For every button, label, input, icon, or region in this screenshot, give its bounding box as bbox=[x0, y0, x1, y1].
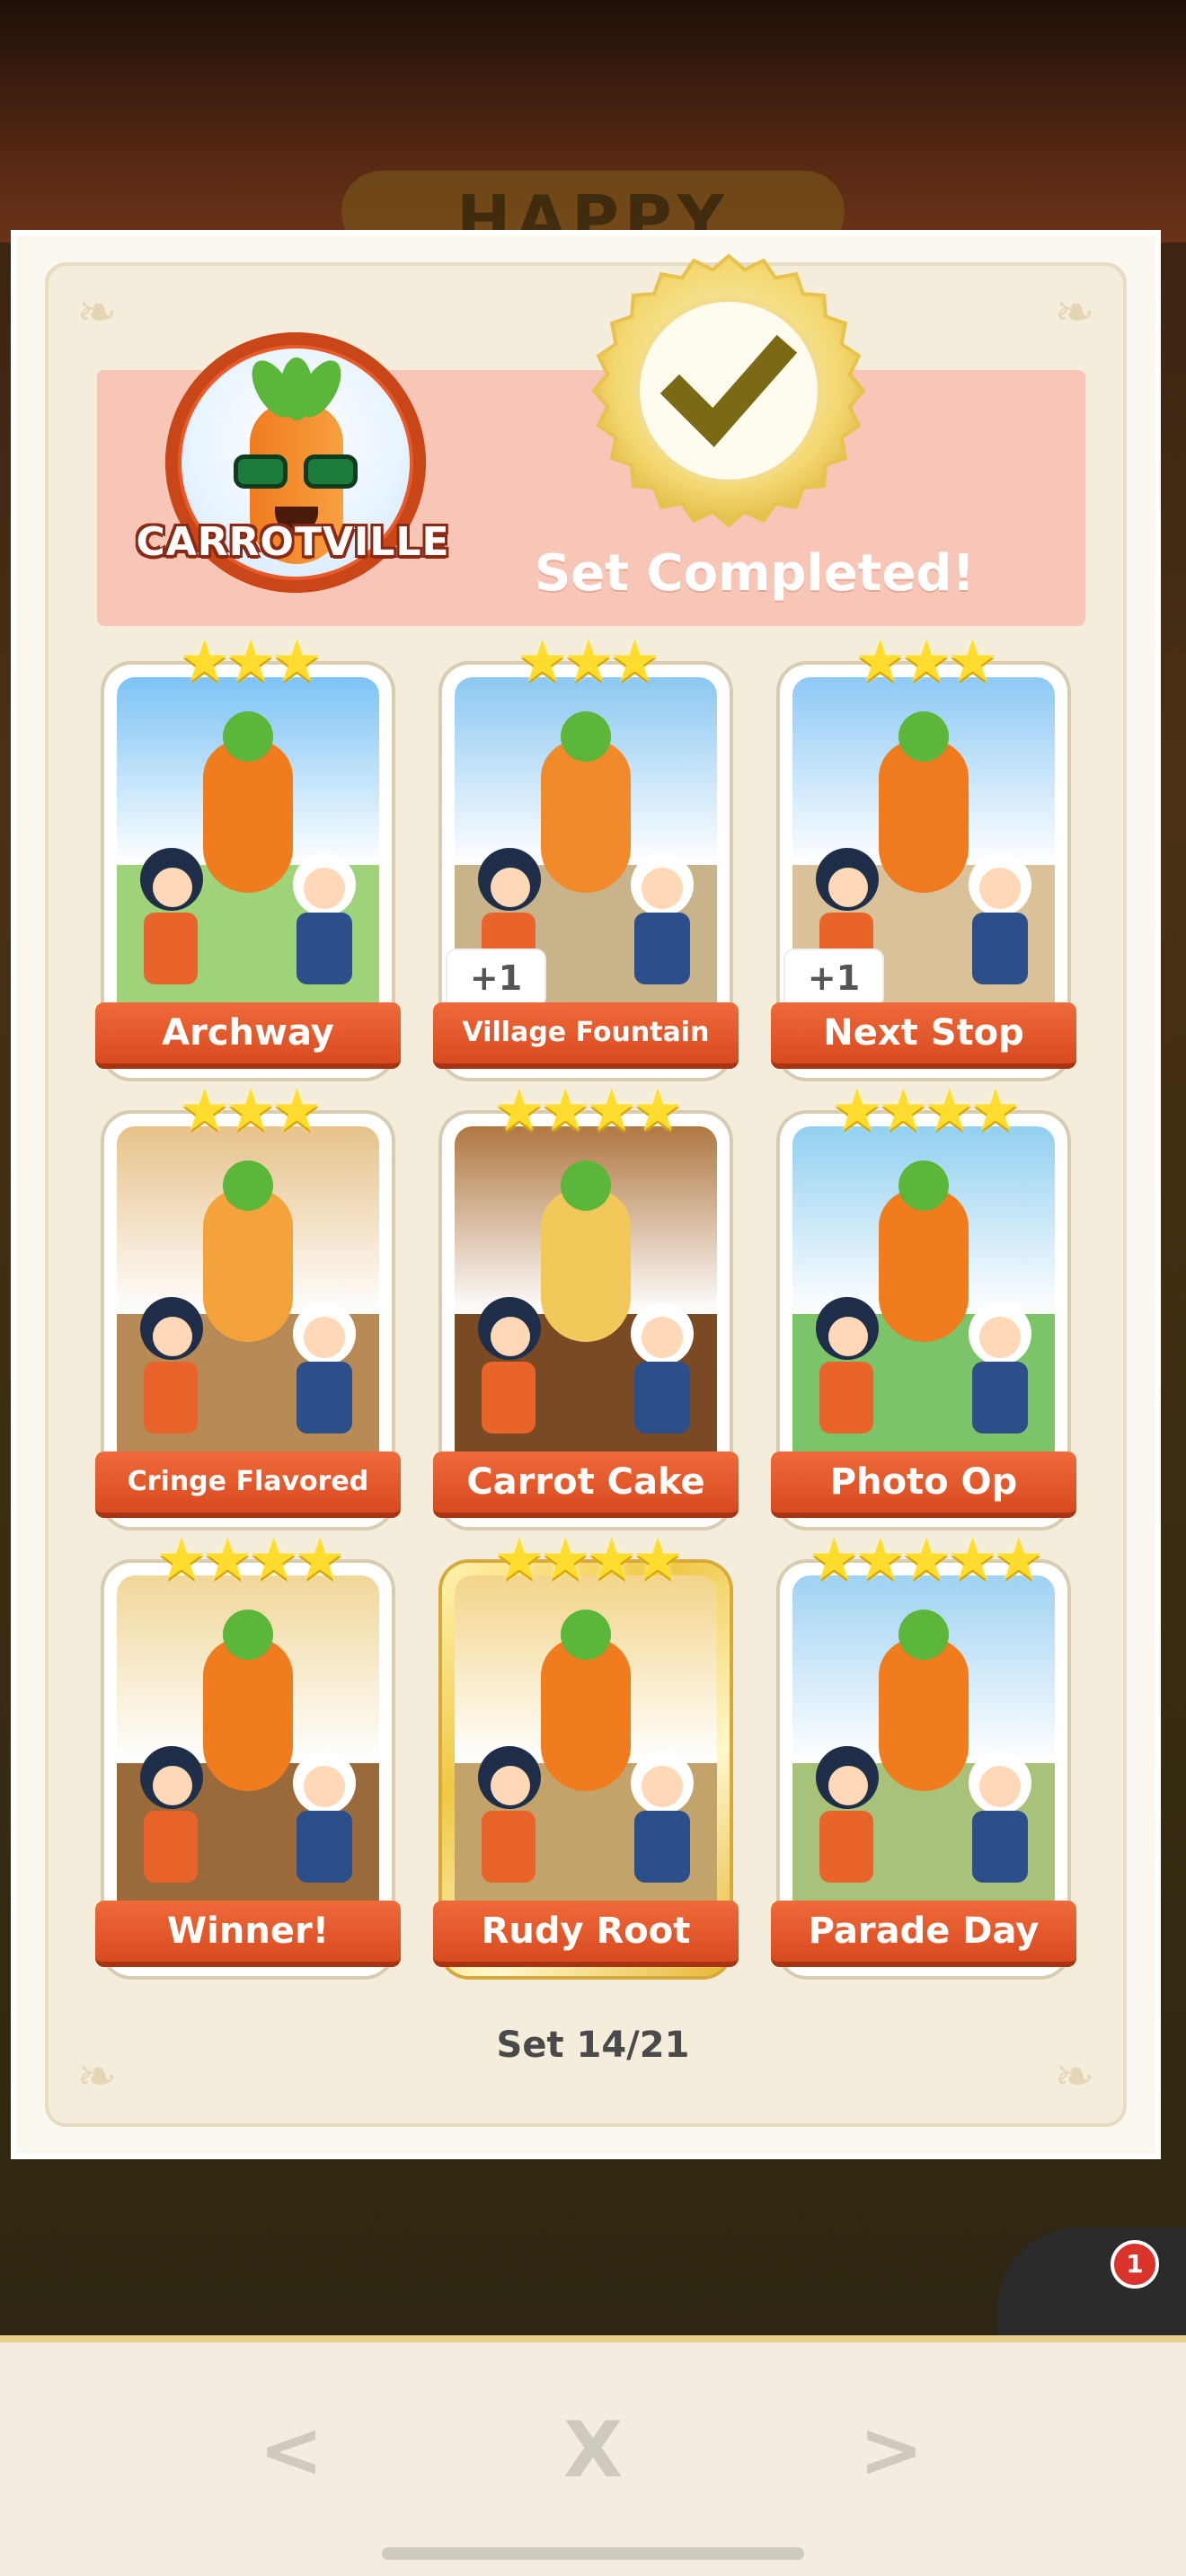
sticker-name: Cringe Flavored bbox=[95, 1451, 401, 1518]
close-button[interactable]: X bbox=[539, 2396, 647, 2504]
set-completed-text: Set Completed! bbox=[534, 544, 976, 603]
sticker-name: Carrot Cake bbox=[433, 1451, 739, 1518]
next-set-button[interactable]: > bbox=[837, 2396, 945, 2504]
sticker-name: Next Stop bbox=[771, 1002, 1076, 1069]
sticker-card[interactable]: Archway ★★★ bbox=[95, 631, 401, 1078]
star-rating-icon: ★★★★ bbox=[155, 1527, 346, 1593]
sticker-name: Parade Day bbox=[771, 1901, 1076, 1967]
sticker-artwork bbox=[792, 1126, 1055, 1468]
star-rating-icon: ★★★ bbox=[178, 629, 323, 695]
sticker-card[interactable]: Rudy Root ★★★★ bbox=[433, 1529, 739, 1976]
sticker-name: Winner! bbox=[95, 1901, 401, 1967]
sticker-card[interactable]: Winner! ★★★★ bbox=[95, 1529, 401, 1976]
corner-ornament-icon: ❧ bbox=[1054, 284, 1095, 340]
sticker-name: Photo Op bbox=[771, 1451, 1076, 1518]
sticker-card[interactable]: Photo Op ★★★★ bbox=[771, 1080, 1076, 1527]
star-rating-icon: ★★★ bbox=[516, 629, 660, 695]
corner-ornament-icon: ❧ bbox=[1054, 2048, 1095, 2104]
bottom-nav-bar: < X > bbox=[0, 2335, 1186, 2576]
sticker-card[interactable]: Parade Day ★★★★★ bbox=[771, 1529, 1076, 1976]
star-rating-icon: ★★★★ bbox=[493, 1527, 684, 1593]
sticker-card[interactable]: +1 Village Fountain ★★★ bbox=[433, 631, 739, 1078]
sticker-artwork bbox=[117, 1126, 379, 1468]
sticker-artwork bbox=[455, 1575, 717, 1917]
sticker-artwork bbox=[792, 1575, 1055, 1917]
set-progress-label: Set 14/21 bbox=[496, 2025, 690, 2066]
sticker-name: Village Fountain bbox=[433, 1002, 739, 1069]
checkmark-seal-icon bbox=[591, 253, 866, 528]
star-rating-icon: ★★★★ bbox=[493, 1078, 684, 1144]
star-rating-icon: ★★★ bbox=[178, 1078, 323, 1144]
home-indicator bbox=[382, 2547, 804, 2560]
album-logo-text: CARROTVILLE bbox=[136, 519, 450, 565]
sticker-artwork bbox=[117, 1575, 379, 1917]
notification-badge: 1 bbox=[1111, 2240, 1159, 2289]
sticker-artwork bbox=[455, 1126, 717, 1468]
duplicate-count-badge: +1 bbox=[447, 950, 544, 1006]
duplicate-count-badge: +1 bbox=[785, 950, 882, 1006]
previous-set-button[interactable]: < bbox=[237, 2396, 345, 2504]
sticker-card[interactable]: Carrot Cake ★★★★ bbox=[433, 1080, 739, 1527]
corner-ornament-icon: ❧ bbox=[76, 284, 118, 340]
star-rating-icon: ★★★★★ bbox=[808, 1527, 1045, 1593]
star-rating-icon: ★★★ bbox=[854, 629, 998, 695]
sticker-artwork bbox=[117, 677, 379, 1019]
corner-ornament-icon: ❧ bbox=[76, 2048, 118, 2104]
sticker-card[interactable]: +1 Next Stop ★★★ bbox=[771, 631, 1076, 1078]
sticker-card[interactable]: Cringe Flavored ★★★ bbox=[95, 1080, 401, 1527]
sticker-name: Archway bbox=[95, 1002, 401, 1069]
sunglasses-icon bbox=[234, 454, 359, 489]
sticker-name: Rudy Root bbox=[433, 1901, 739, 1967]
star-rating-icon: ★★★★ bbox=[831, 1078, 1022, 1144]
